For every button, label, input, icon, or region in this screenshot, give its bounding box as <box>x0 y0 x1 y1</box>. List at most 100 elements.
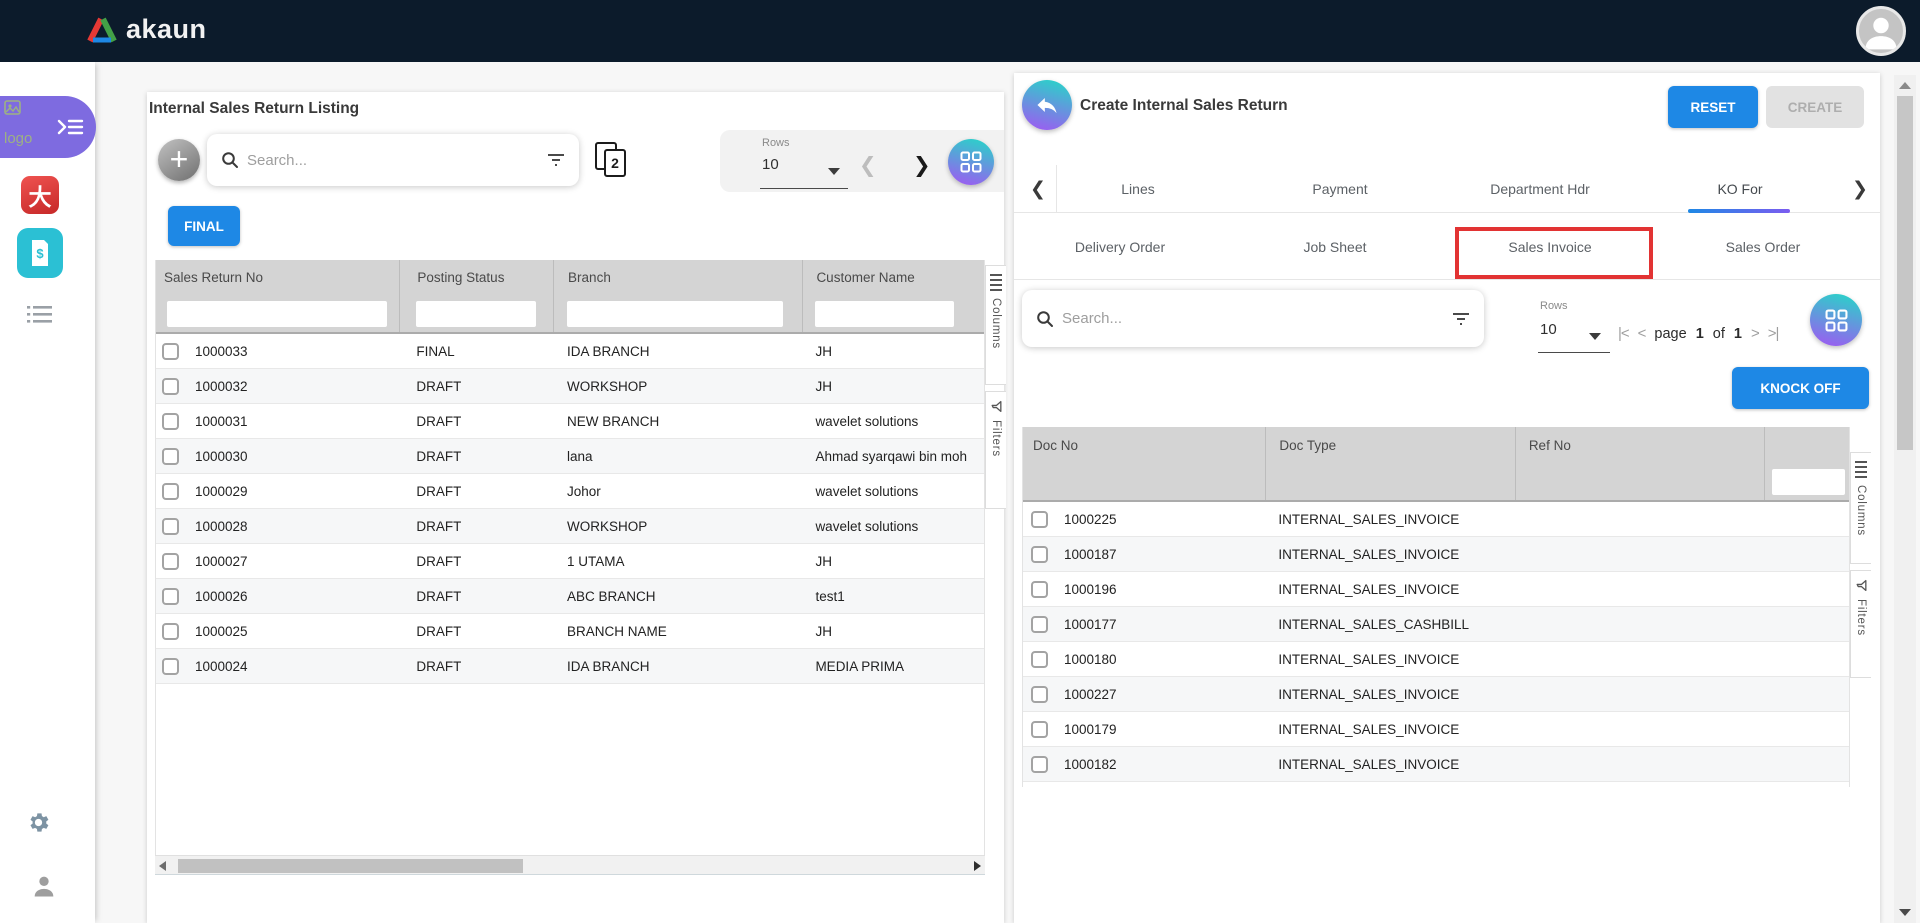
column-header-ref-no[interactable]: Ref No <box>1515 427 1764 463</box>
prev-page-icon[interactable]: < <box>1638 325 1646 342</box>
table-row[interactable]: 1000030 DRAFT lana Ahmad syarqawi bin mo… <box>156 439 984 474</box>
rows-caret-icon[interactable] <box>828 168 840 175</box>
column-header-doc-type[interactable]: Doc Type <box>1265 427 1514 463</box>
brand-logo[interactable]: akaun <box>86 14 207 45</box>
tab-department-hdr[interactable]: Department Hdr <box>1460 165 1620 213</box>
knock-off-button[interactable]: KNOCK OFF <box>1732 367 1869 409</box>
tab-ko-for[interactable]: KO For <box>1660 165 1820 213</box>
sidebar-list-icon[interactable] <box>27 305 52 324</box>
scroll-left-arrow-icon[interactable] <box>159 861 166 871</box>
row-checkbox[interactable] <box>162 413 179 430</box>
duplicate-pages-icon[interactable]: 2 <box>595 142 631 182</box>
sidebar-logo-pill[interactable]: logo <box>0 96 96 158</box>
row-checkbox[interactable] <box>162 623 179 640</box>
columns-tab[interactable]: Columns <box>985 265 1006 385</box>
tab-payment[interactable]: Payment <box>1260 165 1420 213</box>
row-checkbox[interactable] <box>1031 546 1048 563</box>
row-checkbox[interactable] <box>162 588 179 605</box>
next-page-chevron-icon[interactable]: ❯ <box>913 155 931 176</box>
row-checkbox[interactable] <box>162 343 179 360</box>
row-checkbox[interactable] <box>1031 581 1048 598</box>
scroll-up-arrow-icon[interactable] <box>1899 82 1911 89</box>
create-button[interactable]: CREATE <box>1766 86 1864 128</box>
vertical-scrollbar-thumb[interactable] <box>1897 96 1913 450</box>
row-checkbox[interactable] <box>1031 651 1048 668</box>
table-row[interactable]: 1000227 INTERNAL_SALES_INVOICE <box>1023 677 1849 712</box>
add-button[interactable]: + <box>158 139 200 181</box>
table-row[interactable]: 1000025 DRAFT BRANCH NAME JH <box>156 614 984 649</box>
rows-caret-icon[interactable] <box>1589 333 1601 340</box>
scroll-right-arrow-icon[interactable] <box>974 861 981 871</box>
row-checkbox[interactable] <box>162 448 179 465</box>
user-avatar[interactable] <box>1856 6 1906 56</box>
final-filter-button[interactable]: FINAL <box>168 206 240 246</box>
table-row[interactable]: 1000032 DRAFT WORKSHOP JH <box>156 369 984 404</box>
row-checkbox[interactable] <box>162 518 179 535</box>
vertical-scrollbar[interactable] <box>1894 75 1916 923</box>
table-row[interactable]: 1000187 INTERNAL_SALES_INVOICE <box>1023 537 1849 572</box>
grid-view-button[interactable] <box>948 139 994 185</box>
filter-icon[interactable] <box>547 153 565 167</box>
table-row[interactable]: 1000031 DRAFT NEW BRANCH wavelet solutio… <box>156 404 984 439</box>
row-checkbox[interactable] <box>1031 686 1048 703</box>
horizontal-scrollbar-thumb[interactable] <box>178 859 523 873</box>
columns-tab[interactable]: Columns <box>1850 452 1871 564</box>
table-row[interactable]: 1000029 DRAFT Johor wavelet solutions <box>156 474 984 509</box>
reset-button[interactable]: RESET <box>1668 86 1758 128</box>
row-checkbox[interactable] <box>162 553 179 570</box>
filter-input-extra[interactable] <box>1772 469 1845 495</box>
settings-gear-icon[interactable] <box>26 810 51 835</box>
row-checkbox[interactable] <box>1031 511 1048 528</box>
tabs-scroll-right-icon[interactable]: ❯ <box>1852 165 1868 213</box>
horizontal-scrollbar[interactable] <box>155 855 985 875</box>
table-row[interactable]: 1000033 FINAL IDA BRANCH JH <box>156 334 984 369</box>
subtab-job-sheet[interactable]: Job Sheet <box>1240 214 1430 280</box>
filter-input-posting-status[interactable] <box>416 301 536 327</box>
table-row[interactable]: 1000196 INTERNAL_SALES_INVOICE <box>1023 572 1849 607</box>
table-row[interactable]: 1000225 INTERNAL_SALES_INVOICE <box>1023 502 1849 537</box>
row-checkbox[interactable] <box>1031 721 1048 738</box>
first-page-icon[interactable]: |< <box>1618 325 1629 342</box>
table-row[interactable]: 1000028 DRAFT WORKSHOP wavelet solutions <box>156 509 984 544</box>
column-header-sales-return-no[interactable]: Sales Return No <box>156 260 399 295</box>
row-checkbox[interactable] <box>1031 616 1048 633</box>
last-page-icon[interactable]: >| <box>1768 325 1779 342</box>
grid-view-button[interactable] <box>1810 294 1862 346</box>
subtab-delivery-order[interactable]: Delivery Order <box>1025 214 1215 280</box>
sidebar-collapse-icon[interactable] <box>56 115 84 139</box>
scroll-down-arrow-icon[interactable] <box>1899 909 1911 916</box>
filter-input-branch[interactable] <box>567 301 783 327</box>
search-input[interactable] <box>1062 310 1444 327</box>
sidebar-profile-icon[interactable] <box>30 872 58 900</box>
column-header-doc-no[interactable]: Doc No <box>1023 427 1265 463</box>
filter-input-sales-return-no[interactable] <box>167 301 387 327</box>
row-checkbox[interactable] <box>162 378 179 395</box>
table-row[interactable]: 1000177 INTERNAL_SALES_CASHBILL <box>1023 607 1849 642</box>
subtab-sales-invoice[interactable]: Sales Invoice <box>1455 214 1645 280</box>
filters-tab[interactable]: Filters <box>985 391 1006 509</box>
filter-icon[interactable] <box>1452 312 1470 326</box>
table-row[interactable]: 1000024 DRAFT IDA BRANCH MEDIA PRIMA <box>156 649 984 684</box>
table-row[interactable]: 1000182 INTERNAL_SALES_INVOICE <box>1023 747 1849 782</box>
sidebar-app-icon-red[interactable]: 大 <box>21 176 59 214</box>
tabs-scroll-left-icon[interactable]: ❮ <box>1030 165 1046 213</box>
table-row[interactable]: 1000180 INTERNAL_SALES_INVOICE <box>1023 642 1849 677</box>
table-row[interactable]: 1000027 DRAFT 1 UTAMA JH <box>156 544 984 579</box>
row-checkbox[interactable] <box>1031 756 1048 773</box>
filter-input-customer-name[interactable] <box>815 301 954 327</box>
search-input[interactable] <box>247 152 539 169</box>
table-row[interactable]: 1000026 DRAFT ABC BRANCH test1 <box>156 579 984 614</box>
next-page-icon[interactable]: > <box>1751 325 1759 342</box>
back-button[interactable] <box>1022 80 1072 130</box>
rows-per-page-select[interactable]: 10 <box>762 156 779 173</box>
row-checkbox[interactable] <box>162 658 179 675</box>
column-header-customer-name[interactable]: Customer Name <box>802 260 984 295</box>
prev-page-chevron-icon[interactable]: ❮ <box>859 155 877 176</box>
column-header-branch[interactable]: Branch <box>553 260 802 295</box>
sidebar-app-icon-invoice[interactable]: $ <box>17 228 63 278</box>
filters-tab[interactable]: Filters <box>1850 570 1871 678</box>
tab-lines[interactable]: Lines <box>1058 165 1218 213</box>
subtab-sales-order[interactable]: Sales Order <box>1668 214 1858 280</box>
rows-per-page-select[interactable]: 10 <box>1540 321 1557 338</box>
row-checkbox[interactable] <box>162 483 179 500</box>
